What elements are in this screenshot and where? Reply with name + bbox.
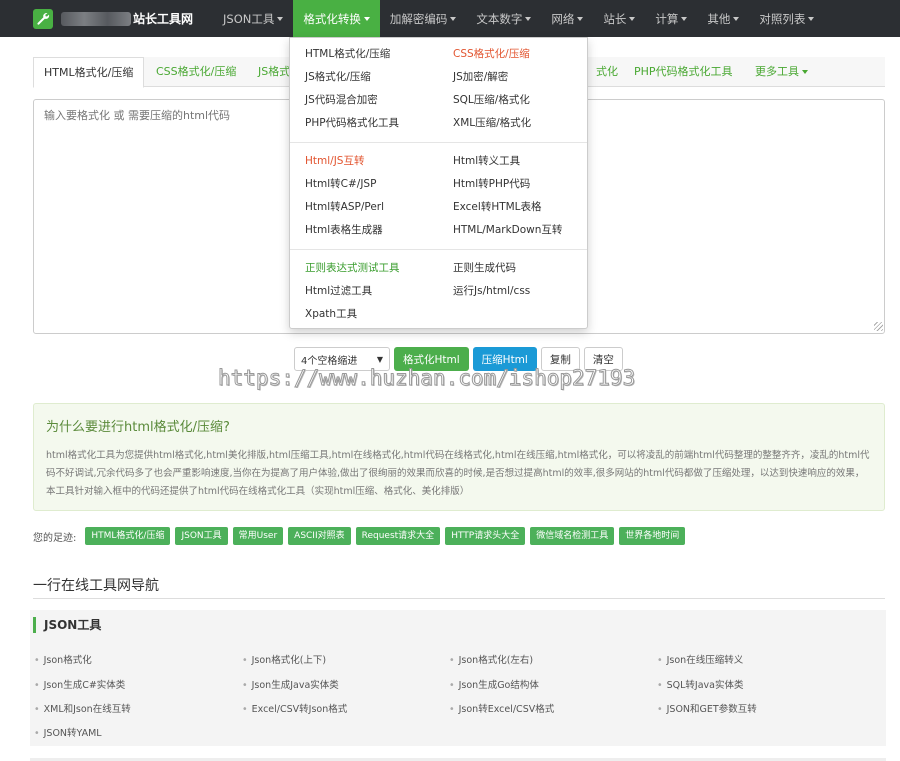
menu-item[interactable]: 运行Js/html/css	[453, 283, 530, 298]
caret-down-icon	[681, 16, 688, 21]
menu-item[interactable]: 正则生成代码	[453, 260, 516, 275]
menu-divider	[290, 249, 587, 250]
nav-link[interactable]: Json生成Java实体类	[242, 677, 339, 691]
nav-label: 格式化转换	[303, 11, 361, 26]
tab-sql-format[interactable]: 式化	[586, 57, 628, 87]
menu-item[interactable]: JS代码混合加密	[305, 92, 378, 107]
select-arrow-icon: ▼	[376, 354, 383, 364]
menu-item[interactable]: SQL压缩/格式化	[453, 92, 530, 107]
menu-item[interactable]: Html/JS互转	[305, 153, 364, 168]
resize-grip-icon[interactable]	[874, 322, 883, 331]
nav-network[interactable]: 网络	[541, 0, 593, 37]
nav-link[interactable]: Json格式化	[34, 652, 92, 666]
menu-item[interactable]: Html转义工具	[453, 153, 520, 168]
nav-link[interactable]: Json格式化(左右)	[449, 652, 534, 666]
nav-link[interactable]: Json生成Go结构体	[449, 677, 539, 691]
brand[interactable]: 站长工具网	[0, 0, 213, 37]
nav-label: 网络	[551, 11, 575, 26]
indent-select-value: 4个空格缩进	[301, 355, 358, 367]
nav-encrypt[interactable]: 加解密编码	[380, 0, 467, 37]
nav-calculate[interactable]: 计算	[645, 0, 697, 37]
nav-link[interactable]: Json转Excel/CSV格式	[449, 701, 555, 715]
caret-down-icon	[802, 70, 808, 74]
format-convert-dropdown: HTML格式化/压缩 CSS格式化/压缩 JS格式化/压缩 JS加密/解密 JS…	[289, 37, 588, 329]
menu-item[interactable]: JS格式化/压缩	[305, 69, 371, 84]
nav-label: 对照列表	[759, 11, 806, 26]
nav-label: 计算	[655, 11, 679, 26]
panel-title: JSON工具	[33, 617, 101, 633]
footprint-tag[interactable]: HTML格式化/压缩	[85, 527, 171, 545]
nav-label: 文本数字	[476, 11, 523, 26]
nav-json[interactable]: JSON工具	[213, 0, 293, 37]
nav-label: 其他	[707, 11, 731, 26]
caret-down-icon	[577, 16, 584, 21]
menu-item[interactable]: JS加密/解密	[453, 69, 508, 84]
menu-item[interactable]: CSS格式化/压缩	[453, 46, 530, 61]
json-tools-panel: JSON工具 Json格式化 Json格式化(上下) Json格式化(左右) J…	[30, 610, 886, 746]
info-box: 为什么要进行html格式化/压缩? html格式化工具为您提供html格式化,h…	[33, 403, 885, 511]
watermark-text: https://www.huzhan.com/ishop27193	[217, 366, 636, 391]
tab-html-format[interactable]: HTML格式化/压缩	[33, 57, 145, 88]
nav-reference[interactable]: 对照列表	[749, 0, 824, 37]
nav-section-title: 一行在线工具网导航	[33, 578, 159, 594]
footprint-tag[interactable]: JSON工具	[175, 527, 228, 545]
nav-link[interactable]: JSON和GET参数互转	[657, 701, 757, 715]
nav-link[interactable]: SQL转Java实体类	[657, 677, 744, 691]
brand-blurred-text	[61, 11, 131, 26]
caret-down-icon	[450, 16, 457, 21]
menu-item[interactable]: XML压缩/格式化	[453, 115, 531, 130]
info-text: html格式化工具为您提供html格式化,html美化排版,html压缩工具,h…	[46, 450, 870, 497]
menu-item[interactable]: Html转ASP/Perl	[305, 199, 384, 214]
caret-down-icon	[629, 16, 636, 21]
nav-format-convert[interactable]: 格式化转换	[293, 0, 380, 37]
nav-label: 加解密编码	[389, 11, 448, 26]
top-navbar: 站长工具网 JSON工具 格式化转换 加解密编码 文本数字 网络 站长 计算 其…	[0, 0, 900, 37]
footprint-tag[interactable]: Request请求大全	[355, 527, 441, 545]
caret-down-icon	[363, 16, 370, 21]
footprint-tag[interactable]: ASCII对照表	[288, 527, 351, 545]
caret-down-icon	[277, 16, 284, 21]
menu-item[interactable]: 正则表达式测试工具	[305, 260, 400, 275]
caret-down-icon	[733, 16, 740, 21]
nav-link[interactable]: Json生成C#实体类	[34, 677, 126, 691]
nav-label: JSON工具	[223, 11, 275, 26]
menu-item[interactable]: HTML格式化/压缩	[305, 46, 390, 61]
info-title: 为什么要进行html格式化/压缩?	[46, 420, 230, 435]
wrench-icon	[33, 8, 53, 29]
footprint-tag[interactable]: HTTP请求头大全	[445, 527, 526, 545]
tab-label: 更多工具	[755, 65, 799, 78]
brand-name: 站长工具网	[133, 12, 194, 26]
menu-item[interactable]: Html过滤工具	[305, 283, 372, 298]
nav-link[interactable]: XML和Json在线互转	[34, 701, 131, 715]
nav-webmaster[interactable]: 站长	[593, 0, 645, 37]
menu-divider	[290, 142, 587, 143]
nav-link[interactable]: JSON转YAML	[34, 725, 102, 739]
history-footprint: 您的足迹: HTML格式化/压缩 JSON工具 常用User ASCII对照表 …	[33, 527, 686, 545]
caret-down-icon	[525, 16, 532, 21]
menu-item[interactable]: PHP代码格式化工具	[305, 115, 399, 130]
divider	[33, 598, 885, 599]
caret-down-icon	[808, 16, 815, 21]
menu-item[interactable]: Excel转HTML表格	[453, 199, 542, 214]
menu-item[interactable]: Html表格生成器	[305, 222, 383, 237]
tab-php-format[interactable]: PHP代码格式化工具	[624, 57, 743, 87]
nav-label: 站长	[603, 11, 627, 26]
footprint-tag[interactable]: 世界各地时间	[619, 527, 686, 545]
menu-item[interactable]: Xpath工具	[305, 306, 357, 321]
nav-link[interactable]: Excel/CSV转Json格式	[242, 701, 348, 715]
menu-item[interactable]: HTML/MarkDown互转	[453, 222, 562, 237]
menu-item[interactable]: Html转PHP代码	[453, 176, 530, 191]
footprint-tag[interactable]: 常用User	[232, 527, 284, 545]
footprint-label: 您的足迹:	[33, 532, 77, 544]
nav-link[interactable]: Json格式化(上下)	[242, 652, 327, 666]
tab-css-format[interactable]: CSS格式化/压缩	[146, 57, 246, 87]
menu-item[interactable]: Html转C#/JSP	[305, 176, 376, 191]
nav-text-number[interactable]: 文本数字	[466, 0, 541, 37]
nav-other[interactable]: 其他	[697, 0, 749, 37]
footprint-tag[interactable]: 微信域名检测工具	[530, 527, 615, 545]
nav-link[interactable]: Json在线压缩转义	[657, 652, 744, 666]
tab-more-tools[interactable]: 更多工具	[745, 57, 818, 87]
